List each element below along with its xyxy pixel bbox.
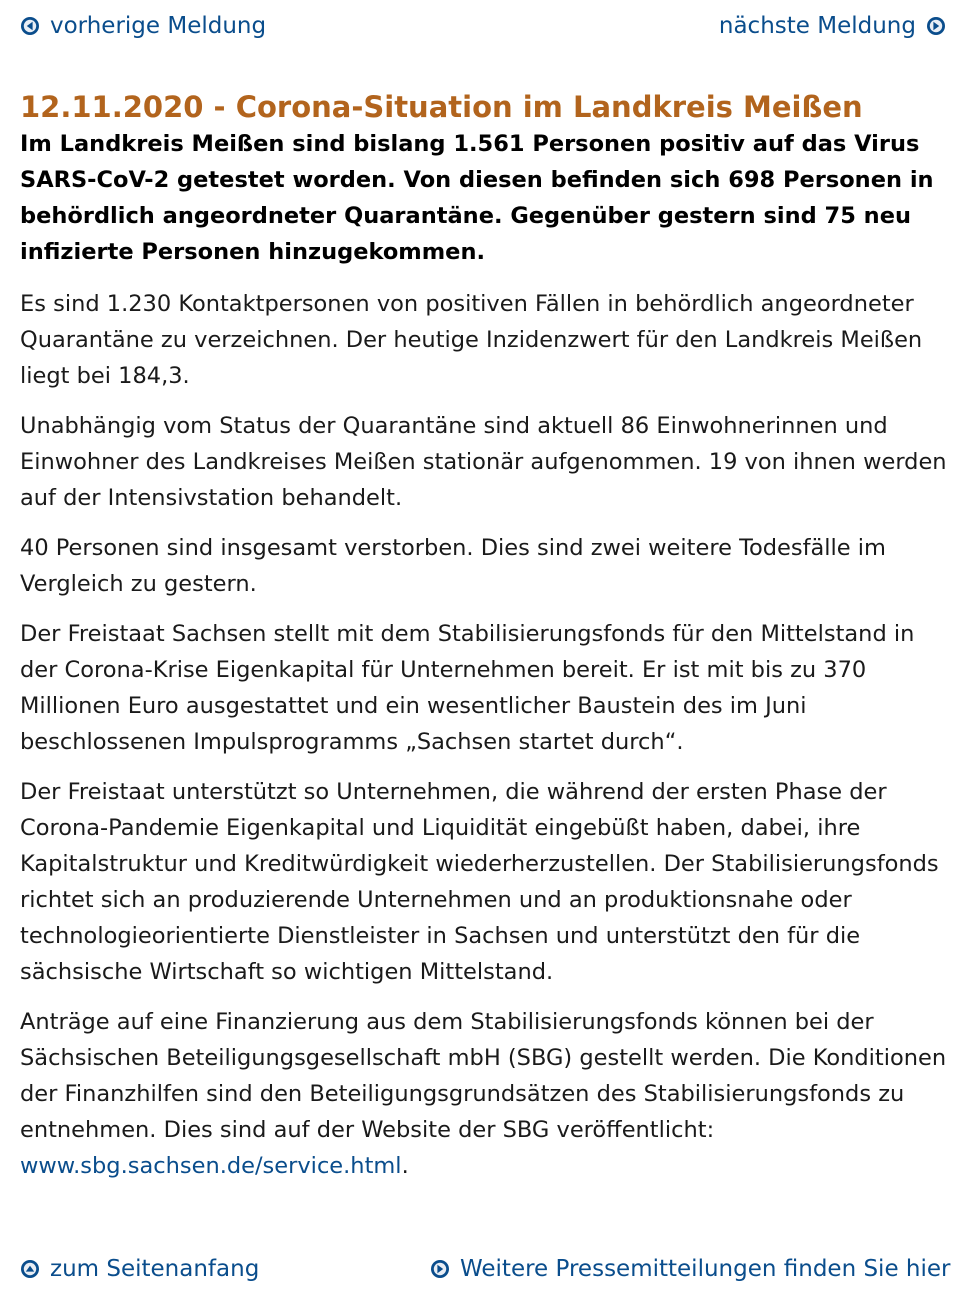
circle-arrow-up-icon bbox=[20, 1259, 40, 1279]
lead-paragraph: Im Landkreis Meißen sind bislang 1.561 P… bbox=[20, 131, 934, 265]
body-paragraph-5: Der Freistaat unterstützt so Unternehmen… bbox=[20, 779, 939, 985]
body-paragraph-6-text: Anträge auf eine Finanzierung aus dem St… bbox=[20, 1009, 947, 1143]
body-paragraph-4: Der Freistaat Sachsen stellt mit dem Sta… bbox=[20, 621, 915, 755]
body-paragraph-3: 40 Personen sind insgesamt verstorben. D… bbox=[20, 535, 886, 597]
body-paragraph-1: Es sind 1.230 Kontaktpersonen von positi… bbox=[20, 291, 923, 389]
previous-message-label: vorherige Meldung bbox=[50, 13, 267, 39]
press-release-article: 12.11.2020 - Corona-Situation im Landkre… bbox=[20, 88, 950, 1198]
more-press-releases-link[interactable]: Weitere Pressemitteilungen finden Sie hi… bbox=[430, 1254, 950, 1284]
circle-arrow-right-icon bbox=[926, 16, 946, 36]
back-to-top-label: zum Seitenanfang bbox=[50, 1256, 260, 1282]
next-message-link[interactable]: nächste Meldung bbox=[719, 11, 946, 41]
body-paragraph-2: Unabhängig vom Status der Quarantäne sin… bbox=[20, 413, 947, 511]
previous-message-link[interactable]: vorherige Meldung bbox=[20, 11, 266, 41]
page-title: 12.11.2020 - Corona-Situation im Landkre… bbox=[20, 90, 863, 124]
next-message-label: nächste Meldung bbox=[718, 13, 916, 39]
circle-arrow-left-icon bbox=[20, 16, 40, 36]
more-press-releases-label: Weitere Pressemitteilungen finden Sie hi… bbox=[460, 1256, 951, 1282]
back-to-top-link[interactable]: zum Seitenanfang bbox=[20, 1254, 259, 1284]
circle-arrow-right-icon bbox=[430, 1259, 450, 1279]
body-paragraph-6-suffix: . bbox=[401, 1153, 409, 1179]
sbg-service-link[interactable]: www.sbg.sachsen.de/service.html bbox=[20, 1153, 402, 1179]
body-paragraph-6: Anträge auf eine Finanzierung aus dem St… bbox=[20, 1004, 950, 1184]
